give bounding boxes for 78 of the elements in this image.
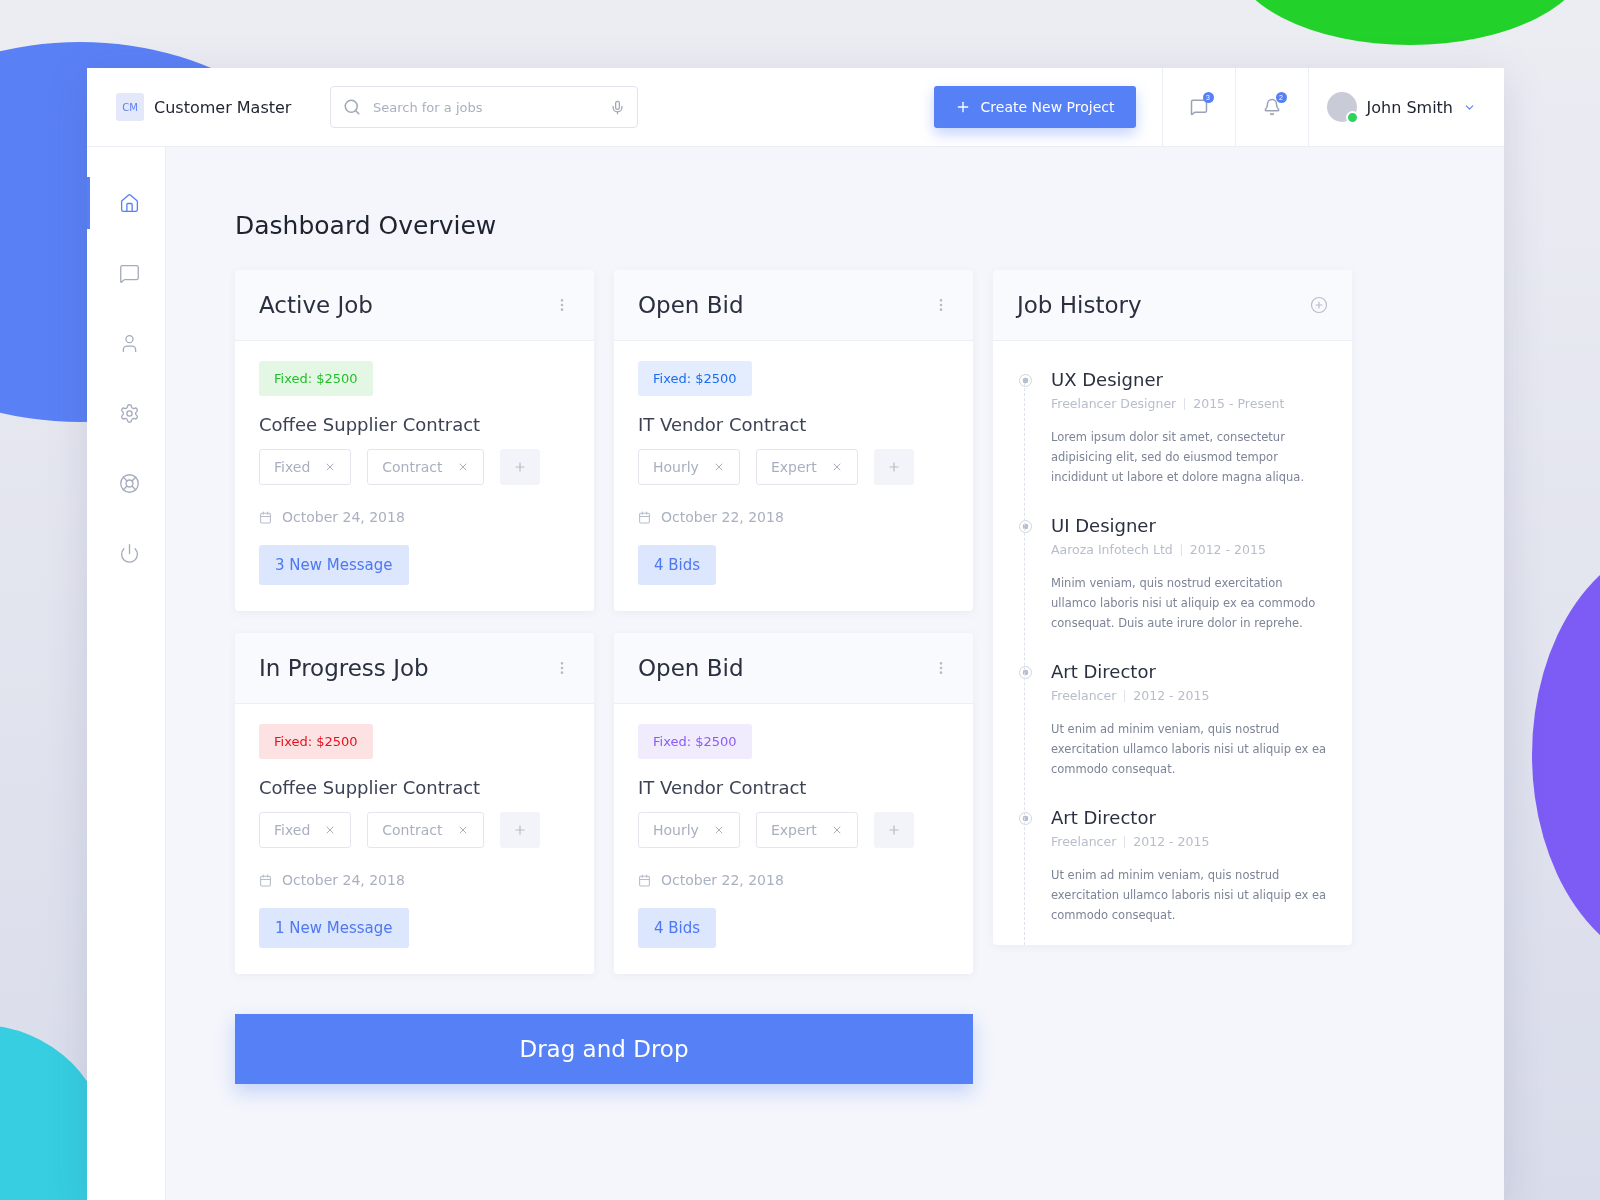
date-text: October 22, 2018 bbox=[661, 509, 784, 525]
price-badge: Fixed: $2500 bbox=[259, 724, 373, 759]
plus-icon bbox=[512, 823, 527, 837]
microphone-icon[interactable] bbox=[610, 99, 625, 115]
add-icon[interactable] bbox=[1310, 296, 1328, 314]
drag-drop-button[interactable]: Drag and Drop bbox=[235, 1014, 973, 1084]
period-text: 2012 - 2015 bbox=[1133, 834, 1210, 849]
add-tag-button[interactable] bbox=[873, 449, 914, 485]
plus-icon bbox=[512, 460, 527, 474]
support-icon bbox=[118, 472, 140, 494]
period-text: 2012 - 2015 bbox=[1189, 542, 1266, 557]
add-tag-button[interactable] bbox=[499, 812, 540, 848]
home-icon bbox=[118, 192, 140, 214]
tag-chip[interactable]: Fixed bbox=[259, 812, 352, 848]
timeline-dot bbox=[1019, 812, 1032, 825]
description-text: Minim veniam, quis nostrud exercitation ullamco laboris nisi ut aliquip ex ea commodo consequat. Duis aute irure dolor in reprehe. bbox=[1051, 575, 1317, 632]
plus-icon bbox=[886, 823, 901, 837]
period-text: 2012 - 2015 bbox=[1133, 688, 1210, 703]
card-title: Active Job bbox=[259, 292, 373, 318]
card-title: Open Bid bbox=[638, 655, 744, 681]
action-button[interactable]: 4 Bids bbox=[638, 908, 717, 948]
tag-chip[interactable]: Hourly bbox=[638, 449, 740, 485]
calendar-icon bbox=[638, 510, 651, 524]
power-icon bbox=[118, 542, 140, 564]
timeline-dot bbox=[1019, 374, 1032, 387]
tag-chip[interactable]: Expert bbox=[755, 812, 858, 848]
timeline-dot bbox=[1019, 666, 1032, 679]
description-text: Ut enim ad minim veniam, quis nostrud exercitation ullamco laboris nisi ut aliquip ex ea commodo consequat. bbox=[1051, 867, 1328, 924]
company-name: Freelancer bbox=[1051, 834, 1117, 849]
role-title: UX Designer bbox=[1051, 369, 1164, 390]
action-button[interactable]: 1 New Message bbox=[259, 908, 409, 948]
settings-icon bbox=[118, 402, 140, 424]
calendar-icon bbox=[259, 510, 272, 524]
description-text: Lorem ipsum dolor sit amet, consectetur adipisicing elit, sed do eiusmod tempor incididunt ut labore et dolore magna aliqua. bbox=[1051, 429, 1306, 486]
chat-icon bbox=[118, 262, 140, 284]
page-title: Dashboard Overview bbox=[235, 211, 498, 240]
user-name[interactable]: John Smith bbox=[1366, 97, 1453, 117]
contract-name: Coffee Supplier Contract bbox=[259, 414, 481, 435]
plus-icon bbox=[886, 460, 901, 474]
action-button[interactable]: 3 New Message bbox=[259, 545, 409, 585]
date-text: October 24, 2018 bbox=[282, 872, 405, 888]
brand-name: Customer Master bbox=[154, 97, 292, 117]
company-name: Freelancer Designer bbox=[1051, 396, 1177, 411]
timeline-dot bbox=[1019, 520, 1032, 533]
price-badge: Fixed: $2500 bbox=[638, 361, 752, 396]
period-text: 2015 - Present bbox=[1193, 396, 1285, 411]
card-title: In Progress Job bbox=[259, 655, 429, 681]
add-tag-button[interactable] bbox=[499, 449, 540, 485]
description-text: Ut enim ad minim veniam, quis nostrud exercitation ullamco laboris nisi ut aliquip ex ea commodo consequat. bbox=[1051, 721, 1328, 778]
role-title: UI Designer bbox=[1051, 515, 1157, 536]
tag-chip[interactable]: Contract bbox=[367, 449, 484, 485]
bell-icon bbox=[1262, 98, 1281, 116]
tag-chip[interactable]: Expert bbox=[755, 449, 858, 485]
brand-logo: CM bbox=[116, 93, 144, 121]
calendar-icon bbox=[638, 873, 651, 887]
tag-chip[interactable]: Fixed bbox=[259, 449, 352, 485]
role-title: Art Director bbox=[1051, 661, 1157, 682]
search-bar[interactable]: Search for a jobs bbox=[330, 86, 638, 128]
contract-name: Coffee Supplier Contract bbox=[259, 777, 481, 798]
company-name: Aaroza Infotech Ltd bbox=[1051, 542, 1173, 557]
tag-chip[interactable]: Hourly bbox=[638, 812, 740, 848]
contract-name: IT Vendor Contract bbox=[638, 414, 807, 435]
date-text: October 22, 2018 bbox=[661, 872, 784, 888]
card-title: Open Bid bbox=[638, 292, 744, 318]
chat-icon bbox=[1189, 98, 1208, 116]
company-name: Freelancer bbox=[1051, 688, 1117, 703]
action-button[interactable]: 4 Bids bbox=[638, 545, 717, 585]
card-title: Job History bbox=[1017, 292, 1142, 318]
tag-chip[interactable]: Contract bbox=[367, 812, 484, 848]
price-badge: Fixed: $2500 bbox=[259, 361, 373, 396]
add-tag-button[interactable] bbox=[873, 812, 914, 848]
price-badge: Fixed: $2500 bbox=[638, 724, 752, 759]
calendar-icon bbox=[259, 873, 272, 887]
search-icon bbox=[343, 98, 361, 116]
contract-name: IT Vendor Contract bbox=[638, 777, 807, 798]
create-project-button[interactable]: Create New Project bbox=[933, 86, 1136, 128]
date-text: October 24, 2018 bbox=[282, 509, 405, 525]
role-title: Art Director bbox=[1051, 807, 1157, 828]
